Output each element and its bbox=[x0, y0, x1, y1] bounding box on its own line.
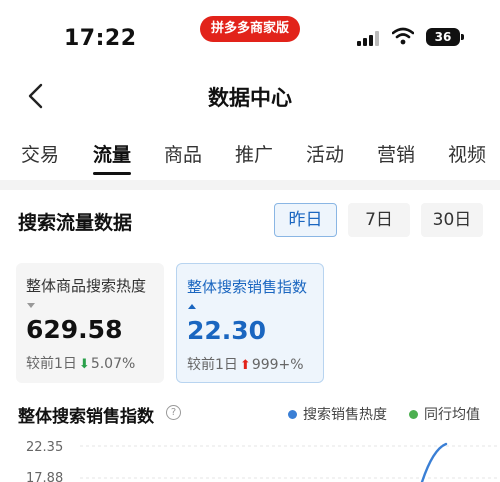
nav-bar: 数据中心 bbox=[0, 62, 500, 126]
legend-item-search-heat[interactable]: 搜索销售热度 bbox=[288, 404, 387, 424]
compare-prefix: 较前1日 bbox=[187, 357, 238, 373]
line-chart: 22.35 17.88 bbox=[26, 440, 500, 482]
arrow-down-icon: ⬇ bbox=[78, 357, 90, 372]
battery-icon: 36 bbox=[426, 28, 464, 46]
arrow-up-icon: ⬆ bbox=[239, 358, 251, 373]
y-tick-label: 22.35 bbox=[26, 440, 63, 455]
legend-item-peer-average[interactable]: 同行均值 bbox=[409, 404, 480, 424]
period-30d-button[interactable]: 30日 bbox=[421, 203, 483, 237]
compare-prefix: 较前1日 bbox=[26, 356, 77, 372]
section-title: 搜索流量数据 bbox=[18, 212, 133, 234]
tab-marketing[interactable]: 营销 bbox=[377, 140, 415, 167]
status-bar: 17:22 拼多多商家版 36 bbox=[0, 0, 500, 62]
tab-video[interactable]: 视频 bbox=[448, 140, 486, 167]
y-tick-label: 17.88 bbox=[26, 471, 63, 482]
legend-dot-icon bbox=[288, 409, 297, 419]
series-line-search-heat bbox=[420, 442, 448, 482]
tab-goods[interactable]: 商品 bbox=[164, 140, 202, 167]
tab-activity[interactable]: 活动 bbox=[306, 140, 344, 167]
app-badge: 拼多多商家版 bbox=[200, 16, 300, 42]
metric-card-search-sales-index[interactable]: 整体搜索销售指数 22.30 较前1日 ⬆999+% bbox=[176, 263, 324, 383]
metric-card-search-heat[interactable]: 整体商品搜索热度 629.58 较前1日 ⬇5.07% bbox=[16, 263, 164, 383]
metric-label: 整体商品搜索热度 bbox=[26, 277, 147, 295]
metric-compare: 较前1日 ⬆999+% bbox=[187, 354, 304, 374]
caret-up-icon bbox=[188, 304, 196, 309]
tab-promotion[interactable]: 推广 bbox=[235, 140, 273, 167]
page-title: 数据中心 bbox=[208, 86, 292, 110]
metric-value: 22.30 bbox=[187, 316, 267, 345]
chart-title: 整体搜索销售指数 bbox=[18, 407, 154, 427]
question-circle-icon[interactable]: ? bbox=[166, 405, 181, 420]
caret-down-icon bbox=[27, 303, 35, 308]
section-divider bbox=[0, 180, 500, 190]
tab-traffic[interactable]: 流量 bbox=[93, 140, 131, 167]
status-time: 17:22 bbox=[64, 26, 137, 51]
signal-icon bbox=[357, 30, 383, 46]
legend-label: 同行均值 bbox=[424, 407, 480, 423]
period-7d-button[interactable]: 7日 bbox=[348, 203, 410, 237]
metric-compare: 较前1日 ⬇5.07% bbox=[26, 353, 135, 373]
wifi-icon bbox=[392, 27, 414, 45]
tab-bar: 交易 流量 商品 推广 活动 营销 视频 bbox=[0, 132, 500, 178]
legend-dot-icon bbox=[409, 409, 418, 419]
period-yesterday-button[interactable]: 昨日 bbox=[274, 203, 337, 237]
tab-active-indicator bbox=[93, 172, 131, 175]
legend-label: 搜索销售热度 bbox=[303, 407, 387, 423]
metric-label: 整体搜索销售指数 bbox=[187, 278, 308, 296]
metric-value: 629.58 bbox=[26, 315, 123, 344]
compare-value: 999+% bbox=[251, 357, 304, 373]
tab-trade[interactable]: 交易 bbox=[21, 140, 59, 167]
compare-value: 5.07% bbox=[90, 356, 136, 372]
